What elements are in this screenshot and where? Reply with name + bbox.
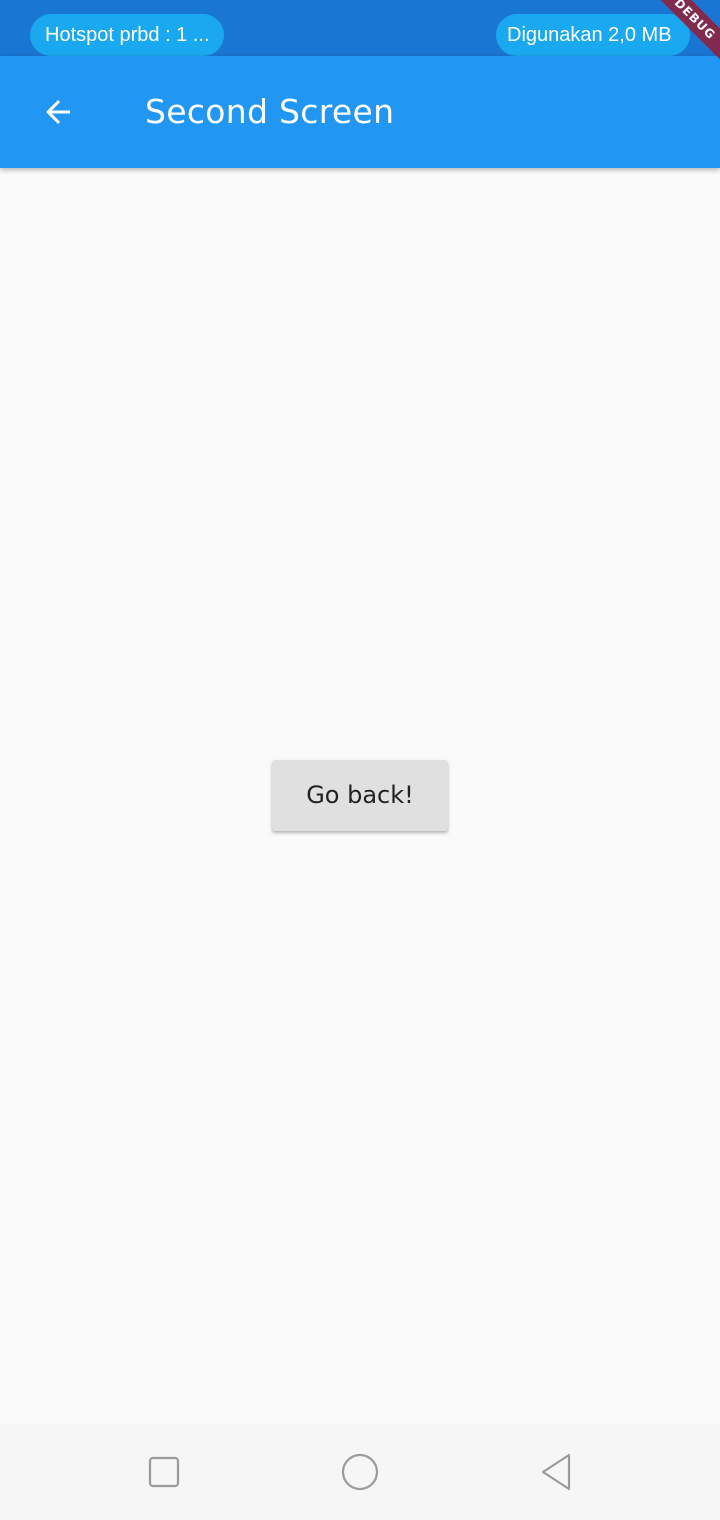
- circle-icon: [341, 1453, 379, 1491]
- status-bar: Hotspot prbd : 1 ... Digunakan 2,0 MB: [0, 0, 720, 56]
- hotspot-status-pill[interactable]: Hotspot prbd : 1 ...: [30, 14, 224, 56]
- home-button[interactable]: [330, 1442, 390, 1502]
- screen: Hotspot prbd : 1 ... Digunakan 2,0 MB Se…: [0, 0, 720, 1520]
- nav-back-button[interactable]: [526, 1442, 586, 1502]
- triangle-back-icon: [541, 1453, 571, 1491]
- square-icon: [148, 1456, 180, 1488]
- back-button[interactable]: [22, 76, 94, 148]
- recents-button[interactable]: [134, 1442, 194, 1502]
- page-title: Second Screen: [145, 92, 395, 131]
- data-usage-pill[interactable]: Digunakan 2,0 MB: [496, 14, 690, 56]
- arrow-back-icon: [46, 100, 70, 124]
- go-back-button[interactable]: Go back!: [272, 760, 448, 831]
- app-bar: Second Screen: [0, 56, 720, 168]
- system-nav-bar: [0, 1424, 720, 1520]
